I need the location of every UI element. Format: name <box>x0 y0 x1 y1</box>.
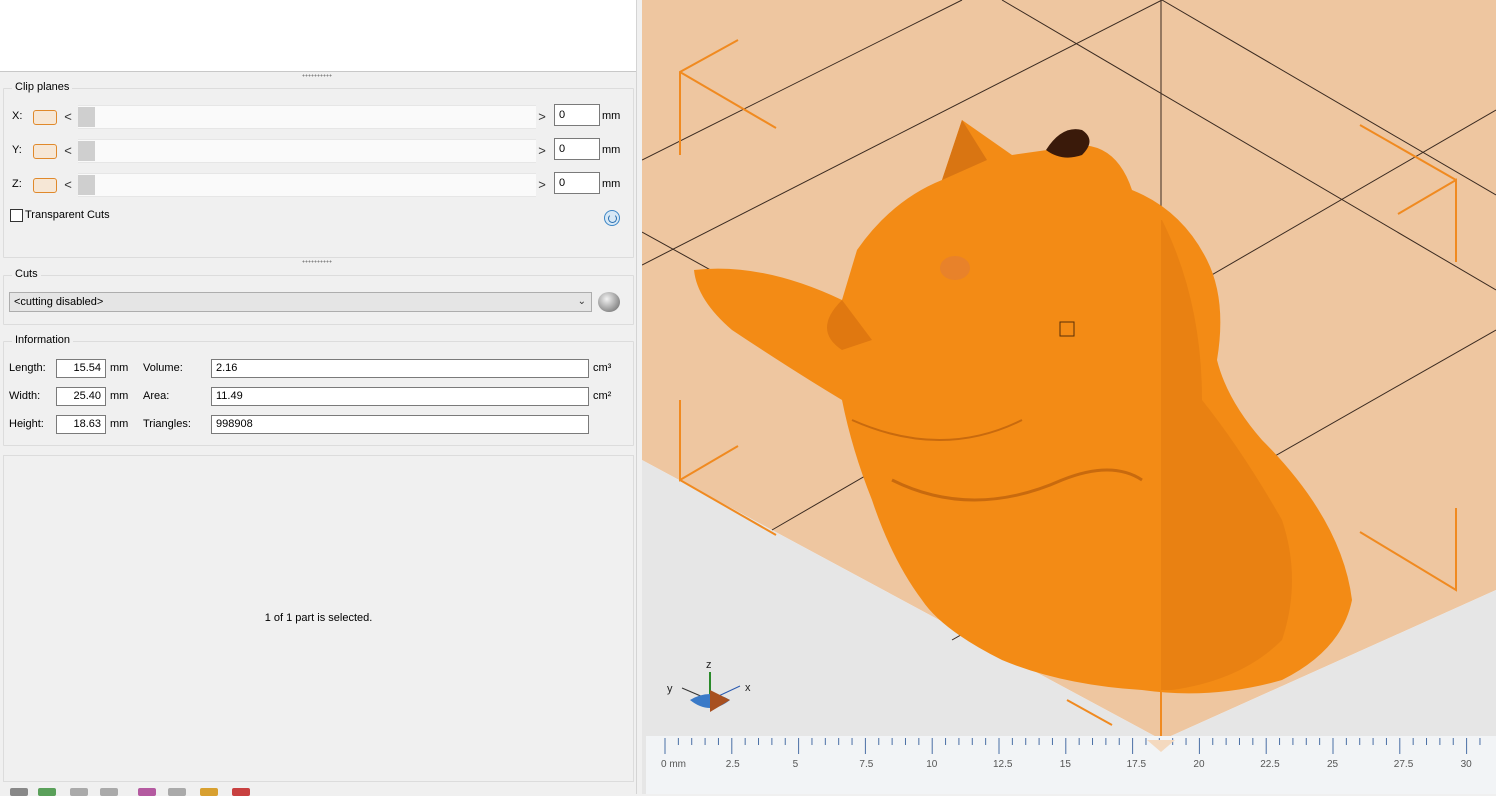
ruler-label: 20 <box>1193 759 1205 770</box>
height-value: 18.63 <box>56 415 106 434</box>
information-title: Information <box>12 334 74 346</box>
ruler-label: 12.5 <box>993 759 1013 770</box>
height-label: Height: <box>9 418 44 430</box>
triangles-label: Triangles: <box>143 418 191 430</box>
cuts-title: Cuts <box>12 268 41 280</box>
cut-sphere-icon[interactable] <box>598 292 620 312</box>
ruler-label: 10 <box>926 759 938 770</box>
tool-icon-6[interactable] <box>168 788 186 796</box>
clip-z-slider[interactable] <box>78 173 536 197</box>
clip-row-z: Z: < > 0 mm <box>9 171 621 199</box>
clip-planes-title: Clip planes <box>12 81 73 93</box>
ruler-label: 15 <box>1060 759 1072 770</box>
ruler-label: 7.5 <box>859 759 873 770</box>
reset-clip-icon[interactable] <box>604 210 620 226</box>
ruler-label: 0 mm <box>661 759 686 770</box>
clip-planes-group: Clip planes X: < > 0 mm Y: < > 0 mm Z: <… <box>3 81 634 258</box>
ruler-label: 25 <box>1327 759 1339 770</box>
tree-view-area[interactable] <box>0 0 637 72</box>
clip-y-slider-thumb[interactable] <box>78 141 95 161</box>
clip-row-x: X: < > 0 mm <box>9 103 621 131</box>
area-unit: cm² <box>593 390 612 402</box>
clip-z-toggle[interactable] <box>33 178 57 193</box>
ruler-label: 17.5 <box>1127 759 1147 770</box>
tool-icon-3[interactable] <box>70 788 88 796</box>
splitter-grip-2[interactable] <box>302 260 332 263</box>
chevron-down-icon: ⌄ <box>577 296 586 307</box>
selection-panel: 1 of 1 part is selected. <box>3 455 634 782</box>
tool-icon-7[interactable] <box>200 788 218 796</box>
ruler-label: 22.5 <box>1260 759 1280 770</box>
clip-y-increase[interactable]: > <box>536 143 548 158</box>
bottom-toolbar <box>0 784 640 796</box>
tool-icon-1[interactable] <box>10 788 28 796</box>
length-label: Length: <box>9 362 46 374</box>
width-value: 25.40 <box>56 387 106 406</box>
clip-x-toggle[interactable] <box>33 110 57 125</box>
pivot-handle[interactable] <box>1059 321 1075 337</box>
volume-label: Volume: <box>143 362 183 374</box>
transparent-cuts-checkbox[interactable] <box>10 209 23 222</box>
tool-icon-4[interactable] <box>100 788 118 796</box>
tool-icon-8[interactable] <box>232 788 250 796</box>
axis-z-label: z <box>706 659 712 671</box>
area-value: 11.49 <box>211 387 589 406</box>
cuts-dropdown-value: <cutting disabled> <box>14 296 104 308</box>
clip-x-decrease[interactable]: < <box>62 109 74 124</box>
tool-icon-5[interactable] <box>138 788 156 796</box>
ruler-label: 30 <box>1461 759 1473 770</box>
height-unit: mm <box>110 418 129 430</box>
selection-status: 1 of 1 part is selected. <box>264 612 373 624</box>
length-unit: mm <box>110 362 129 374</box>
clip-x-unit: mm <box>602 110 621 122</box>
clip-y-toggle[interactable] <box>33 144 57 159</box>
clip-x-slider[interactable] <box>78 105 536 129</box>
left-panel: Clip planes X: < > 0 mm Y: < > 0 mm Z: <… <box>0 0 640 796</box>
clip-z-slider-thumb[interactable] <box>78 175 95 195</box>
axis-x-label: x <box>745 682 751 694</box>
viewport-canvas[interactable]: 0 mm 2.5 5 7.5 10 12.5 15 17.5 20 22.5 25 27.5 30 z … <box>642 0 1496 794</box>
ruler-label: 2.5 <box>726 759 740 770</box>
clip-y-slider[interactable] <box>78 139 536 163</box>
clip-z-input[interactable]: 0 <box>554 172 600 194</box>
3d-viewport[interactable]: 0 mm 2.5 5 7.5 10 12.5 15 17.5 20 22.5 25 27.5 30 z … <box>642 0 1496 794</box>
clip-x-slider-thumb[interactable] <box>78 107 95 127</box>
clip-y-label: Y: <box>12 144 22 156</box>
clip-z-decrease[interactable]: < <box>62 177 74 192</box>
axis-y-label: y <box>667 683 673 695</box>
clip-y-unit: mm <box>602 144 621 156</box>
width-label: Width: <box>9 390 41 402</box>
clip-x-label: X: <box>12 110 23 122</box>
ruler-label: 27.5 <box>1394 759 1414 770</box>
ruler-background <box>646 736 1496 794</box>
triangles-value: 998908 <box>211 415 589 434</box>
clip-z-label: Z: <box>12 178 22 190</box>
clip-z-increase[interactable]: > <box>536 177 548 192</box>
ruler-label: 5 <box>793 759 799 770</box>
splitter-grip[interactable] <box>302 74 332 77</box>
transparent-cuts-label[interactable]: Transparent Cuts <box>25 209 110 221</box>
width-unit: mm <box>110 390 129 402</box>
clip-y-input[interactable]: 0 <box>554 138 600 160</box>
area-label: Area: <box>143 390 170 402</box>
length-value: 15.54 <box>56 359 106 378</box>
clip-y-decrease[interactable]: < <box>62 143 74 158</box>
volume-value: 2.16 <box>211 359 589 378</box>
clip-x-increase[interactable]: > <box>536 109 548 124</box>
clip-x-input[interactable]: 0 <box>554 104 600 126</box>
clip-z-unit: mm <box>602 178 621 190</box>
volume-unit: cm³ <box>593 362 612 374</box>
clip-row-y: Y: < > 0 mm <box>9 137 621 165</box>
cuts-dropdown[interactable]: <cutting disabled> ⌄ <box>9 292 592 312</box>
tool-icon-2[interactable] <box>38 788 56 796</box>
